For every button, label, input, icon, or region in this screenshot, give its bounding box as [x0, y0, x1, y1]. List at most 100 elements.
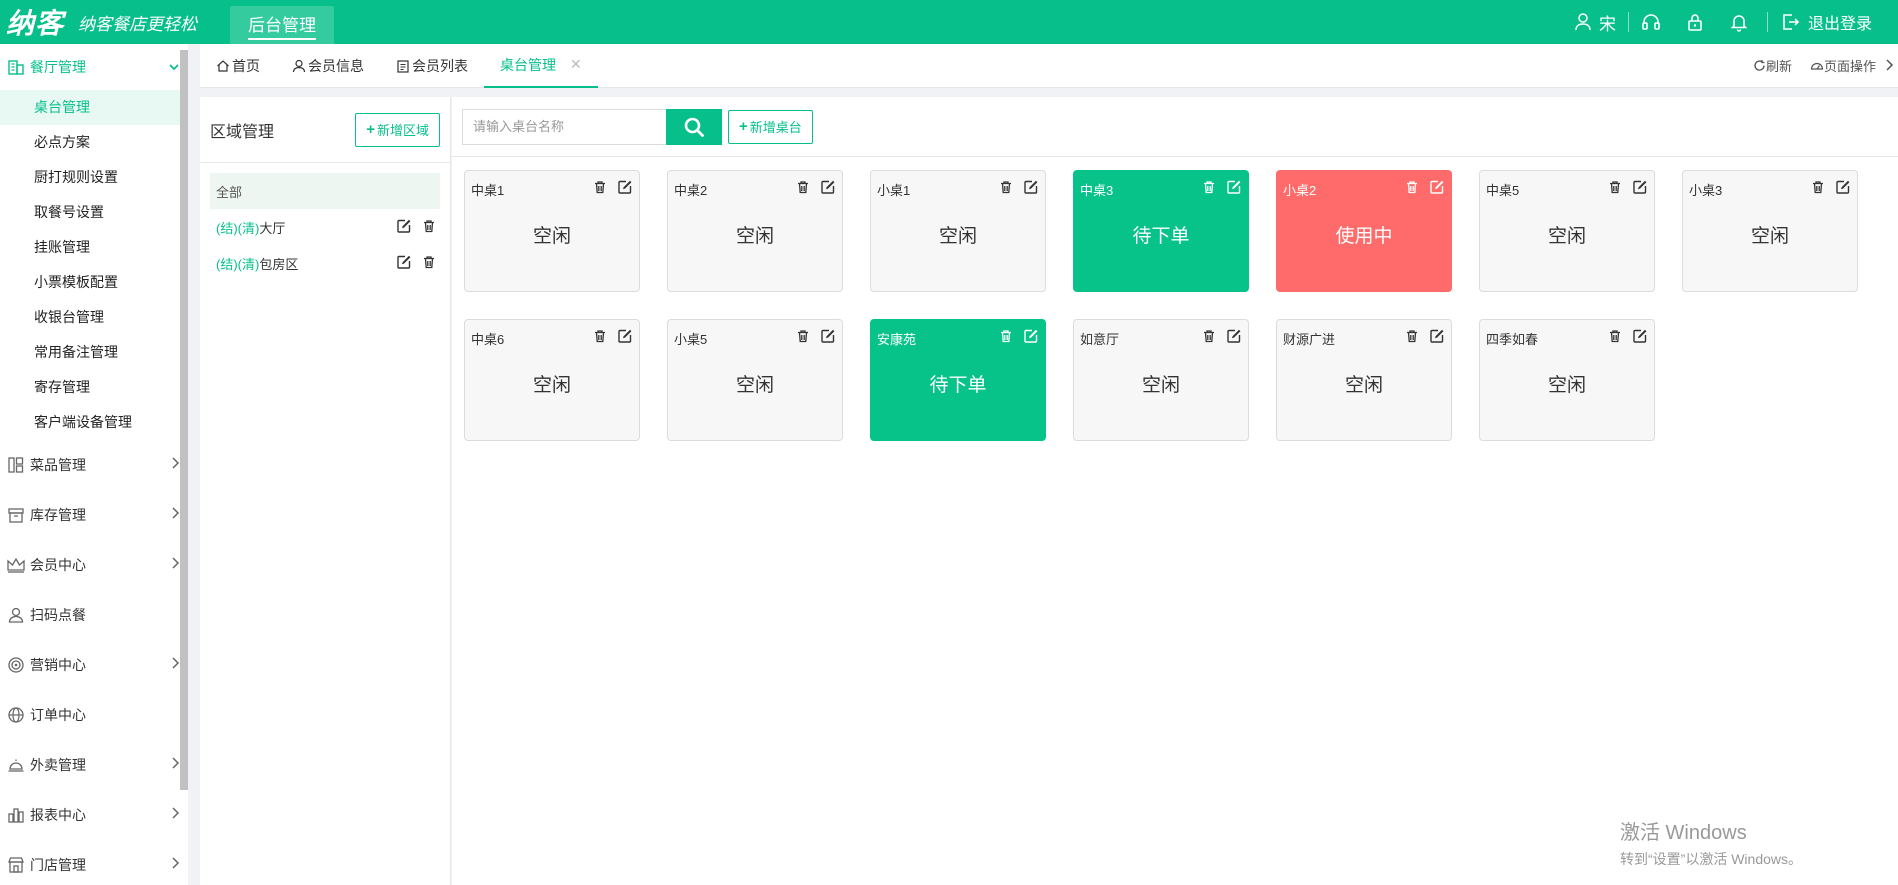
table-card[interactable]: 安康苑 待下单 — [870, 319, 1046, 441]
lock-button[interactable] — [1673, 0, 1717, 44]
page-ops-button[interactable]: 页面操作 — [1810, 56, 1876, 75]
trash-icon[interactable] — [593, 329, 607, 346]
plus-icon: + — [366, 121, 375, 138]
trash-icon[interactable] — [1202, 329, 1216, 346]
tab-home[interactable]: 首页 — [200, 44, 276, 88]
close-icon[interactable]: ✕ — [570, 56, 582, 73]
trash-icon[interactable] — [796, 180, 810, 197]
sidebar-group[interactable]: 库存管理 — [0, 490, 180, 540]
tab-member-list[interactable]: 会员列表 — [380, 44, 484, 88]
sidebar-subitem[interactable]: 必点方案 — [0, 125, 180, 160]
edit-icon[interactable] — [1226, 328, 1242, 347]
region-tag: (结)(清) — [216, 220, 260, 236]
region-item[interactable]: (结)(清) 包房区 — [210, 245, 440, 281]
region-item[interactable]: (结)(清) 大厅 — [210, 209, 440, 245]
table-card[interactable]: 中桌6 空闲 — [464, 319, 640, 441]
add-region-button[interactable]: + 新增区域 — [355, 112, 440, 147]
sidebar-subitem[interactable]: 挂账管理 — [0, 230, 180, 265]
edit-icon[interactable] — [820, 328, 836, 347]
edit-icon[interactable] — [1632, 328, 1648, 347]
edit-icon[interactable] — [617, 179, 633, 198]
user-menu[interactable]: 宋 — [1573, 12, 1629, 34]
sidebar-subitem[interactable]: 收银台管理 — [0, 300, 180, 335]
table-card[interactable]: 小桌5 空闲 — [667, 319, 843, 441]
trash-icon[interactable] — [422, 255, 436, 272]
table-card[interactable]: 中桌5 空闲 — [1479, 170, 1655, 292]
table-card[interactable]: 小桌2 使用中 — [1276, 170, 1452, 292]
tab-member-info[interactable]: 会员信息 — [276, 44, 380, 88]
sidebar-scrollbar[interactable] — [180, 50, 188, 790]
sidebar-subitem[interactable]: 客户端设备管理 — [0, 405, 180, 440]
search-button[interactable] — [666, 108, 722, 145]
trash-icon[interactable] — [796, 329, 810, 346]
sidebar-subitem[interactable]: 厨打规则设置 — [0, 160, 180, 195]
edit-icon[interactable] — [1835, 179, 1851, 198]
trash-icon[interactable] — [1608, 180, 1622, 197]
table-card[interactable]: 如意厅 空闲 — [1073, 319, 1249, 441]
trash-icon[interactable] — [1405, 329, 1419, 346]
add-table-button[interactable]: + 新增桌台 — [728, 109, 813, 144]
support-button[interactable] — [1629, 0, 1673, 44]
sidebar-subitem[interactable]: 寄存管理 — [0, 370, 180, 405]
edit-icon[interactable] — [1226, 179, 1242, 198]
table-card[interactable]: 中桌2 空闲 — [667, 170, 843, 292]
edit-icon[interactable] — [1632, 179, 1648, 198]
table-card[interactable]: 小桌3 空闲 — [1682, 170, 1858, 292]
region-label: 大厅 — [259, 220, 286, 236]
logout-button[interactable]: 退出登录 — [1774, 10, 1872, 34]
top-tab-backend[interactable]: 后台管理 — [230, 6, 334, 44]
add-region-label: 新增区域 — [376, 123, 429, 138]
table-card[interactable]: 小桌1 空闲 — [870, 170, 1046, 292]
trash-icon[interactable] — [422, 219, 436, 236]
edit-icon[interactable] — [617, 328, 633, 347]
chevron-right-icon — [170, 657, 180, 672]
trash-icon[interactable] — [999, 329, 1013, 346]
trash-icon[interactable] — [1202, 180, 1216, 197]
trash-icon[interactable] — [1608, 329, 1622, 346]
chevron-right-icon[interactable] — [1884, 58, 1894, 74]
trash-icon[interactable] — [1405, 180, 1419, 197]
sidebar-subitem[interactable]: 桌台管理 — [0, 90, 180, 125]
refresh-button[interactable]: 刷新 — [1753, 56, 1792, 75]
table-card[interactable]: 四季如春 空闲 — [1479, 319, 1655, 441]
notification-button[interactable] — [1717, 0, 1761, 44]
trash-icon[interactable] — [1811, 180, 1825, 197]
trash-icon[interactable] — [593, 180, 607, 197]
sidebar-subitem[interactable]: 取餐号设置 — [0, 195, 180, 230]
tab-label: 会员列表 — [412, 57, 468, 74]
table-card[interactable]: 中桌1 空闲 — [464, 170, 640, 292]
edit-icon[interactable] — [820, 179, 836, 198]
edit-icon[interactable] — [1023, 328, 1039, 347]
region-label: 全部 — [216, 184, 243, 200]
sidebar-group-label: 库存管理 — [30, 507, 86, 523]
sidebar-group[interactable]: 订单中心 — [0, 690, 180, 740]
sidebar-subitem[interactable]: 小票模板配置 — [0, 265, 180, 300]
watermark-subtitle: 转到“设置”以激活 Windows。 — [1620, 851, 1803, 867]
sidebar-group[interactable]: 外卖管理 — [0, 740, 180, 790]
sidebar-group[interactable]: 门店管理 — [0, 840, 180, 885]
logo[interactable]: 纳客 纳客餐店更轻松 — [0, 0, 230, 44]
edit-icon[interactable] — [1429, 179, 1445, 198]
region-item[interactable]: 全部 — [210, 173, 440, 209]
table-search-input[interactable] — [462, 108, 666, 145]
sidebar-group[interactable]: 会员中心 — [0, 540, 180, 590]
headset-icon — [1642, 14, 1660, 30]
refresh-label: 刷新 — [1765, 59, 1792, 74]
edit-icon[interactable] — [1429, 328, 1445, 347]
menu-grid-icon — [6, 455, 26, 475]
tab-table-management[interactable]: 桌台管理 ✕ — [484, 44, 598, 88]
logo-slogan: 纳客餐店更轻松 — [78, 14, 198, 35]
sidebar-group-restaurant[interactable]: 餐厅管理 — [0, 44, 180, 90]
sidebar-group[interactable]: 报表中心 — [0, 790, 180, 840]
table-card[interactable]: 财源广进 空闲 — [1276, 319, 1452, 441]
sidebar-group[interactable]: 扫码点餐 — [0, 590, 180, 640]
trash-icon[interactable] — [999, 180, 1013, 197]
sidebar-group[interactable]: 菜品管理 — [0, 440, 180, 490]
edit-icon[interactable] — [1023, 179, 1039, 198]
sidebar-group[interactable]: 营销中心 — [0, 640, 180, 690]
table-card[interactable]: 中桌3 待下单 — [1073, 170, 1249, 292]
edit-icon[interactable] — [396, 254, 412, 273]
edit-icon[interactable] — [396, 218, 412, 237]
table-status: 空闲 — [735, 375, 774, 396]
sidebar-subitem[interactable]: 常用备注管理 — [0, 335, 180, 370]
